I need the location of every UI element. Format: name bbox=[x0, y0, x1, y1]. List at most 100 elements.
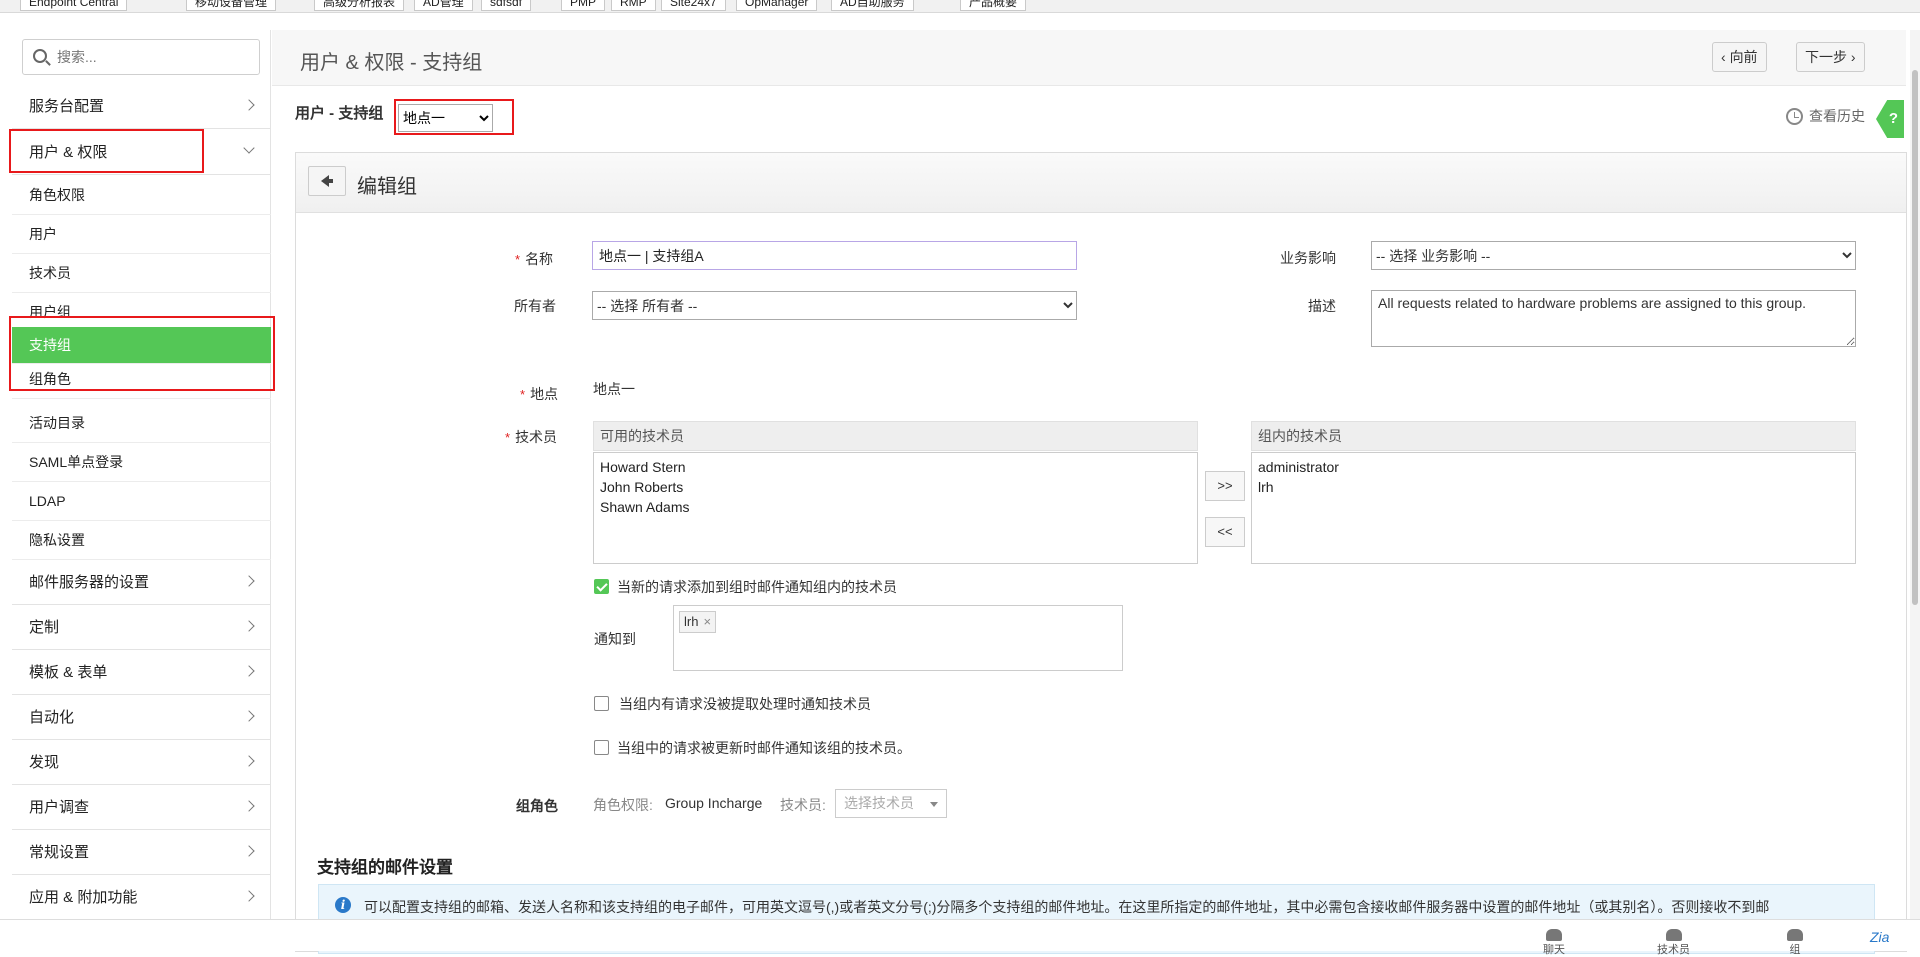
vertical-scrollbar[interactable] bbox=[1910, 30, 1920, 919]
sidebar-item-label: 角色权限 bbox=[29, 187, 85, 203]
bottom-toolbar: 聊天 技术员 组 Zia bbox=[0, 919, 1920, 956]
next-button[interactable]: 下一步 › bbox=[1796, 42, 1865, 72]
search-icon bbox=[33, 49, 47, 63]
sidebar-item-saml[interactable]: SAML单点登录 bbox=[12, 443, 271, 482]
nav-section-mail-server[interactable]: 邮件服务器的设置 bbox=[12, 560, 271, 605]
chevron-right-icon bbox=[243, 845, 255, 857]
business-impact-select[interactable]: -- 选择 业务影响 -- bbox=[1371, 241, 1856, 270]
nav-section-users-permissions[interactable]: 用户 & 权限 bbox=[12, 130, 271, 175]
group-technicians-list[interactable]: administrator lrh bbox=[1251, 452, 1856, 564]
name-label: * 名称 bbox=[515, 249, 553, 269]
nav-section-discovery[interactable]: 发现 bbox=[12, 740, 271, 785]
sidebar-item-group-roles[interactable]: 组角色 bbox=[12, 364, 271, 399]
list-item[interactable]: Howard Stern bbox=[600, 457, 1191, 477]
site-label: * 地点 bbox=[520, 384, 558, 404]
name-input[interactable] bbox=[592, 241, 1077, 270]
sidebar-item-label: 技术员 bbox=[29, 265, 71, 281]
info-icon: i bbox=[335, 897, 351, 913]
notify-unpicked-checkbox[interactable] bbox=[594, 696, 609, 711]
sidebar-item-ldap[interactable]: LDAP bbox=[12, 482, 271, 521]
scrollbar-thumb[interactable] bbox=[1912, 70, 1918, 605]
notify-to-field[interactable]: lrh × bbox=[673, 605, 1123, 671]
chevron-right-icon bbox=[243, 99, 255, 111]
sidebar-item-active-directory[interactable]: 活动目录 bbox=[12, 404, 271, 443]
available-technicians-list[interactable]: Howard Stern John Roberts Shawn Adams bbox=[593, 452, 1198, 564]
technician-picker[interactable]: 选择技术员 bbox=[835, 789, 947, 818]
page-title: 用户 & 权限 - 支持组 bbox=[300, 52, 483, 74]
notify-updated-label: 当组中的请求被更新时邮件通知该组的技术员。 bbox=[617, 740, 911, 756]
bookmark-ad-selfservice[interactable]: AD自助服务 bbox=[831, 0, 914, 11]
role-technician-label: 技术员: bbox=[780, 797, 826, 813]
chevron-right-icon bbox=[243, 755, 255, 767]
nav-section-automation[interactable]: 自动化 bbox=[12, 695, 271, 740]
search-input[interactable] bbox=[55, 46, 250, 68]
sidebar-item-technicians[interactable]: 技术员 bbox=[12, 254, 271, 293]
list-item[interactable]: lrh bbox=[1258, 477, 1849, 497]
view-history-link[interactable]: 查看历史 bbox=[1786, 106, 1865, 126]
nav-section-customize[interactable]: 定制 bbox=[12, 605, 271, 650]
help-badge[interactable]: ? bbox=[1876, 100, 1904, 138]
bookmark-pmp[interactable]: PMP bbox=[561, 0, 606, 11]
sidebar-item-label: 隐私设置 bbox=[29, 532, 85, 548]
nav-section-templates[interactable]: 模板 & 表单 bbox=[12, 650, 271, 695]
site-select[interactable]: 地点一 bbox=[398, 104, 493, 132]
nav-section-service-desk[interactable]: 服务台配置 bbox=[12, 84, 271, 129]
page-header: 用户 & 权限 - 支持组 ‹ 向前 下一步 › bbox=[272, 30, 1906, 86]
impact-label: 业务影响 bbox=[1280, 250, 1336, 266]
nav-section-general[interactable]: 常规设置 bbox=[12, 830, 271, 875]
notify-updated-checkbox[interactable] bbox=[594, 740, 609, 755]
bookmark-mdm[interactable]: 移动设备管理 bbox=[186, 0, 277, 11]
list-item[interactable]: administrator bbox=[1258, 457, 1849, 477]
required-marker: * bbox=[505, 430, 511, 445]
bookmark-ad[interactable]: AD管理 bbox=[414, 0, 473, 11]
bookmark-site24x7[interactable]: Site24x7 bbox=[661, 0, 726, 11]
group-technicians-header: 组内的技术员 bbox=[1251, 421, 1856, 451]
recipient-tag: lrh × bbox=[679, 611, 717, 633]
list-item[interactable]: Shawn Adams bbox=[600, 497, 1191, 517]
chevron-right-icon bbox=[243, 620, 255, 632]
chevron-right-icon bbox=[243, 665, 255, 677]
bookmark-analytics[interactable]: 高级分析报表 bbox=[314, 0, 405, 11]
zia-icon[interactable]: Zia bbox=[1870, 929, 1889, 945]
bookmark-sdfsdf[interactable]: sdfsdf bbox=[481, 0, 532, 11]
technicians-label-text: 技术员 bbox=[515, 429, 558, 445]
nav-section-label: 应用 & 附加功能 bbox=[29, 889, 138, 906]
add-technician-button[interactable]: >> bbox=[1205, 471, 1245, 501]
bookmark-bar: Endpoint Central 移动设备管理 高级分析报表 AD管理 sdfs… bbox=[0, 0, 1920, 13]
sidebar-item-label: 支持组 bbox=[29, 337, 71, 353]
remove-tag-icon[interactable]: × bbox=[703, 614, 711, 629]
description-label: 描述 bbox=[1308, 298, 1336, 314]
sidebar-item-users[interactable]: 用户 bbox=[12, 215, 271, 254]
search-box[interactable] bbox=[22, 39, 260, 75]
bookmark-endpoint-central[interactable]: Endpoint Central bbox=[20, 0, 128, 11]
technicians-button[interactable]: 技术员 bbox=[1657, 929, 1690, 957]
nav-section-label: 用户 & 权限 bbox=[29, 144, 108, 161]
sidebar-item-privacy[interactable]: 隐私设置 bbox=[12, 521, 271, 560]
description-textarea[interactable]: All requests related to hardware problem… bbox=[1371, 290, 1856, 347]
bookmark-rmp[interactable]: RMP bbox=[611, 0, 656, 11]
chat-button[interactable]: 聊天 bbox=[1543, 929, 1565, 957]
notify-new-request-checkbox[interactable] bbox=[594, 579, 609, 594]
nav-section-label: 邮件服务器的设置 bbox=[29, 574, 150, 591]
group-role-label: 组角色 bbox=[516, 798, 558, 814]
back-button[interactable] bbox=[308, 166, 346, 196]
bookmark-product-overview[interactable]: 产品概要 bbox=[960, 0, 1027, 11]
sidebar-item-label: SAML单点登录 bbox=[29, 454, 124, 470]
owner-select[interactable]: -- 选择 所有者 -- bbox=[592, 291, 1077, 320]
remove-technician-button[interactable]: << bbox=[1205, 517, 1245, 547]
sidebar-item-support-groups[interactable]: 支持组 bbox=[12, 327, 271, 364]
nav-section-survey[interactable]: 用户调查 bbox=[12, 785, 271, 830]
available-technicians-header: 可用的技术员 bbox=[593, 421, 1198, 451]
chevron-right-icon bbox=[243, 710, 255, 722]
nav-section-apps-addons[interactable]: 应用 & 附加功能 bbox=[12, 875, 271, 920]
history-icon bbox=[1786, 108, 1803, 125]
nav-section-label: 模板 & 表单 bbox=[29, 664, 108, 681]
bookmark-opmanager[interactable]: OpManager bbox=[736, 0, 818, 11]
group-button[interactable]: 组 bbox=[1787, 929, 1803, 957]
prev-button[interactable]: ‹ 向前 bbox=[1712, 42, 1767, 72]
prev-label: 向前 bbox=[1729, 49, 1758, 65]
sidebar-item-roles[interactable]: 角色权限 bbox=[12, 176, 271, 215]
list-item[interactable]: John Roberts bbox=[600, 477, 1191, 497]
required-marker: * bbox=[520, 387, 526, 402]
sidebar-item-label: LDAP bbox=[29, 493, 66, 509]
